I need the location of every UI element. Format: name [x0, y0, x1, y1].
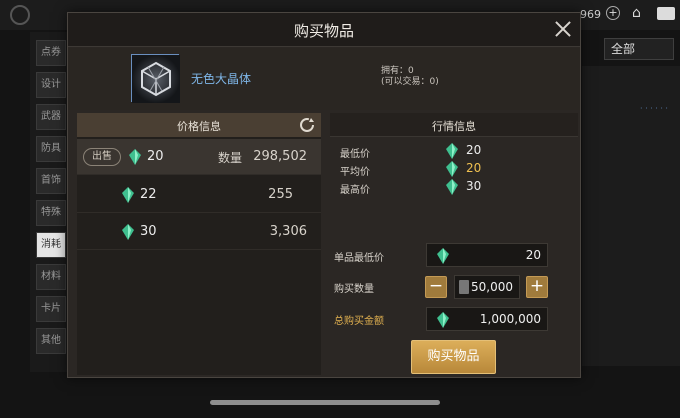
lowest-price-value: 20	[466, 143, 482, 157]
sell-order-row[interactable]: 30 3,306	[77, 214, 321, 250]
owned-count: 拥有：0	[381, 66, 414, 76]
filter-dropdown[interactable]: 全部	[604, 38, 674, 60]
unit-min-price-value: 20	[525, 248, 541, 262]
category-item[interactable]: 设计	[36, 72, 66, 98]
highest-price-value: 30	[466, 179, 482, 193]
currency-amount: 969	[580, 8, 601, 21]
dialog-title: 购买物品	[293, 22, 354, 40]
category-item[interactable]: 材料	[36, 264, 66, 290]
menu-icon[interactable]	[10, 5, 30, 25]
mail-icon[interactable]	[657, 7, 675, 20]
order-price: 22	[140, 187, 157, 202]
gem-icon	[446, 143, 458, 159]
category-item[interactable]: 特殊	[36, 200, 66, 226]
gem-icon	[446, 161, 458, 177]
price-info-header: 价格信息	[77, 113, 321, 137]
category-item-active[interactable]: 消耗	[36, 232, 66, 258]
purchase-dialog: 购买物品 无色大晶体 拥有：0 (可以交易：0) 价格信息 出售 20 数量 2…	[67, 12, 581, 378]
gem-icon	[437, 312, 449, 328]
background-link[interactable]: · · · · · ·	[640, 104, 668, 113]
item-info-row: 无色大晶体 拥有：0 (可以交易：0)	[68, 48, 580, 110]
tradable-count: (可以交易：0)	[381, 77, 439, 87]
add-currency-button[interactable]: +	[606, 6, 620, 20]
sell-order-row[interactable]: 出售 20 数量 298,502	[77, 139, 321, 175]
unit-min-price-field: 20	[426, 243, 548, 267]
market-info-panel: 行情信息 最低价 20 平均价 20 最高价 30	[330, 113, 578, 203]
refresh-icon[interactable]	[299, 117, 315, 133]
close-button[interactable]	[552, 18, 574, 40]
order-price: 20	[147, 149, 164, 164]
lowest-price-label: 最低价	[340, 149, 370, 160]
gem-icon	[129, 149, 141, 165]
category-item[interactable]: 防具	[36, 136, 66, 162]
home-indicator	[210, 400, 440, 405]
highest-price-label: 最高价	[340, 185, 370, 196]
total-amount-label: 总购买金额	[334, 316, 384, 327]
price-info-panel: 价格信息 出售 20 数量 298,502 22 255 30 3,306	[77, 113, 321, 375]
category-item[interactable]: 点券	[36, 40, 66, 66]
gem-icon	[122, 224, 134, 240]
total-amount-field: 1,000,000	[426, 307, 548, 331]
gem-icon	[446, 179, 458, 195]
increase-quantity-button[interactable]: +	[526, 276, 548, 298]
home-icon[interactable]: ⌂	[632, 5, 641, 21]
crystal-item-icon	[131, 54, 180, 103]
gem-icon	[437, 248, 449, 264]
average-price-value: 20	[466, 161, 482, 175]
market-info-header: 行情信息	[330, 113, 578, 137]
category-item[interactable]: 首饰	[36, 168, 66, 194]
total-amount-value: 1,000,000	[479, 312, 541, 326]
unit-min-price-label: 单品最低价	[334, 253, 384, 264]
order-price: 30	[140, 224, 157, 239]
order-quantity: 255	[268, 187, 293, 202]
sell-badge[interactable]: 出售	[83, 148, 121, 166]
item-name: 无色大晶体	[191, 72, 252, 86]
buy-quantity-input[interactable]: 50,000	[454, 275, 520, 299]
category-item[interactable]: 卡片	[36, 296, 66, 322]
category-item[interactable]: 其他	[36, 328, 66, 354]
owned-info: 拥有：0 (可以交易：0)	[381, 66, 439, 88]
dialog-header: 购买物品	[68, 13, 580, 47]
market-info-title: 行情信息	[432, 120, 476, 133]
gem-icon	[122, 187, 134, 203]
buy-quantity-value: 50,000	[471, 280, 513, 294]
buy-quantity-label: 购买数量	[334, 284, 374, 295]
order-quantity: 3,306	[269, 224, 307, 239]
price-info-title: 价格信息	[177, 120, 221, 133]
category-item[interactable]: 武器	[36, 104, 66, 130]
average-price-label: 平均价	[340, 167, 370, 178]
purchase-button[interactable]: 购买物品	[411, 340, 496, 374]
sell-order-row[interactable]: 22 255	[77, 177, 321, 213]
decrease-quantity-button[interactable]: −	[425, 276, 447, 298]
calculator-icon[interactable]	[459, 280, 469, 294]
order-quantity: 298,502	[253, 149, 307, 164]
